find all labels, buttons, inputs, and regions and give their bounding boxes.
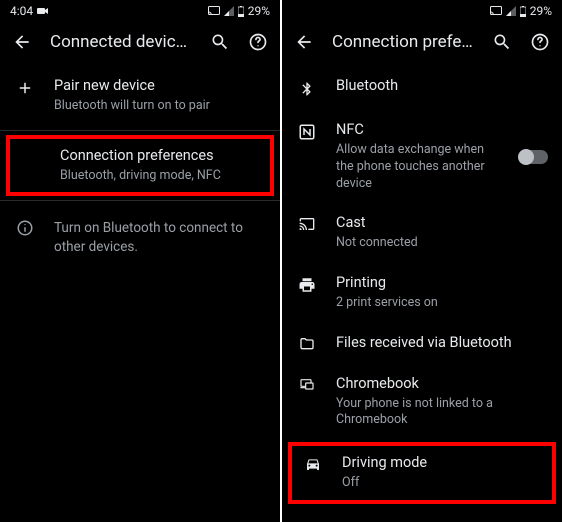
- page-title: Connected devices: [50, 32, 192, 52]
- status-bar: 29%: [282, 0, 562, 22]
- plus-icon: [14, 77, 36, 97]
- pair-title: Pair new device: [54, 77, 266, 96]
- status-battery: 29%: [248, 4, 270, 18]
- chromebook-icon: [296, 375, 318, 393]
- search-button[interactable]: [210, 32, 230, 52]
- divider: [0, 130, 280, 131]
- camera-icon: [37, 7, 49, 15]
- status-time: 4:04: [10, 4, 33, 18]
- status-battery: 29%: [530, 4, 552, 18]
- chromebook-sub: Your phone is not linked to a Chromebook: [336, 396, 548, 430]
- header: Connected devices: [0, 22, 280, 66]
- info-bluetooth: Turn on Bluetooth to connect to other de…: [0, 205, 280, 267]
- back-button[interactable]: [12, 32, 32, 52]
- back-button[interactable]: [294, 32, 314, 52]
- printer-icon: [296, 274, 318, 294]
- folder-icon: [296, 334, 318, 352]
- highlight-driving-mode: Driving mode Off: [288, 442, 556, 504]
- info-icon: [14, 217, 36, 237]
- nfc-sub: Allow data exchange when the phone touch…: [336, 142, 502, 193]
- battery-icon: [520, 6, 526, 17]
- nfc-title: NFC: [336, 121, 502, 140]
- cast-status-icon: [490, 6, 502, 16]
- printing-sub: 2 print services on: [336, 295, 548, 312]
- header: Connection preferen...: [282, 22, 562, 66]
- driving-mode-item[interactable]: Driving mode Off: [292, 446, 552, 500]
- highlight-connection-preferences: Connection preferences Bluetooth, drivin…: [6, 135, 274, 197]
- nfc-item[interactable]: NFC Allow data exchange when the phone t…: [282, 110, 562, 203]
- cast-sub: Not connected: [336, 235, 548, 252]
- battery-icon: [238, 6, 244, 17]
- pair-new-device[interactable]: Pair new device Bluetooth will turn on t…: [0, 66, 280, 126]
- driving-title: Driving mode: [342, 454, 542, 473]
- cast-status-icon: [208, 6, 220, 16]
- conn-pref-title: Connection preferences: [60, 147, 260, 166]
- cast-item[interactable]: Cast Not connected: [282, 203, 562, 263]
- divider: [0, 200, 280, 201]
- printing-title: Printing: [336, 274, 548, 293]
- chromebook-item[interactable]: Chromebook Your phone is not linked to a…: [282, 364, 562, 441]
- chromebook-title: Chromebook: [336, 375, 548, 394]
- files-received-item[interactable]: Files received via Bluetooth: [282, 323, 562, 364]
- phone-right: 29% Connection preferen... Bluetooth NFC…: [282, 0, 562, 522]
- bluetooth-item[interactable]: Bluetooth: [282, 66, 562, 110]
- connection-preferences[interactable]: Connection preferences Bluetooth, drivin…: [10, 139, 270, 193]
- signal-icon: [506, 6, 516, 16]
- nfc-toggle[interactable]: [520, 150, 548, 164]
- bt-title: Bluetooth: [336, 77, 548, 96]
- printing-item[interactable]: Printing 2 print services on: [282, 263, 562, 323]
- info-text: Turn on Bluetooth to connect to other de…: [54, 219, 266, 255]
- cast-title: Cast: [336, 214, 548, 233]
- search-button[interactable]: [492, 32, 512, 52]
- cast-icon: [296, 214, 318, 232]
- bluetooth-icon: [296, 77, 318, 99]
- phone-left: 4:04 29% Connected devices: [0, 0, 280, 522]
- status-bar: 4:04 29%: [0, 0, 280, 22]
- help-button[interactable]: [530, 32, 550, 52]
- files-title: Files received via Bluetooth: [336, 334, 548, 353]
- page-title: Connection preferen...: [332, 32, 474, 52]
- help-button[interactable]: [248, 32, 268, 52]
- conn-pref-sub: Bluetooth, driving mode, NFC: [60, 168, 260, 185]
- nfc-icon: [296, 121, 318, 141]
- driving-sub: Off: [342, 475, 542, 492]
- signal-icon: [224, 6, 234, 16]
- pair-sub: Bluetooth will turn on to pair: [54, 98, 266, 115]
- car-icon: [302, 454, 324, 472]
